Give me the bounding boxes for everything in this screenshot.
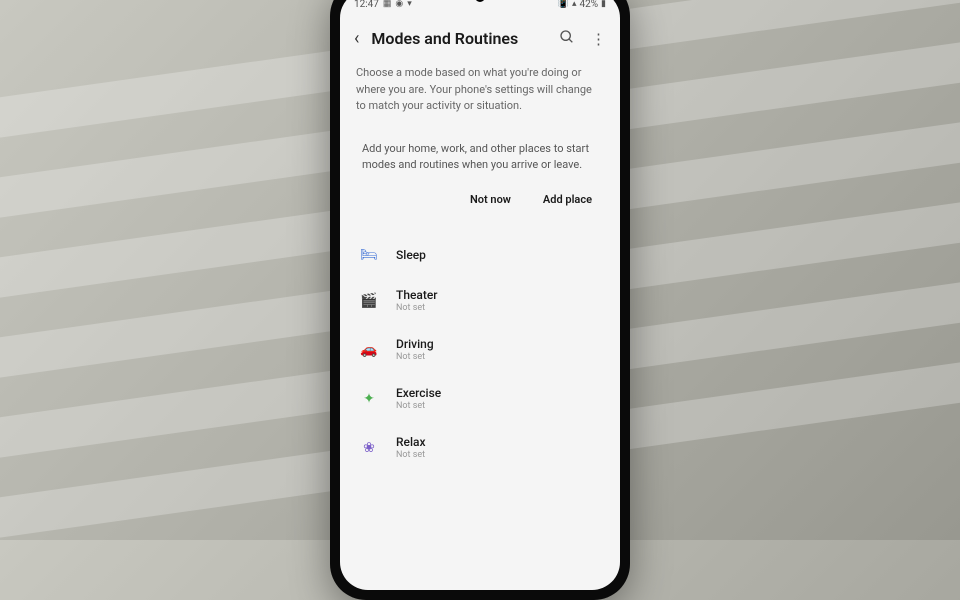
mode-subtitle: Not set bbox=[396, 450, 426, 460]
back-button[interactable]: ‹ bbox=[354, 28, 359, 49]
mode-label: Relax bbox=[396, 435, 426, 449]
page-description: Choose a mode based on what you're doing… bbox=[340, 59, 620, 129]
mode-label: Driving bbox=[396, 337, 434, 351]
mode-item-exercise[interactable]: ✦ Exercise Not set bbox=[346, 374, 614, 423]
notification-icon: ▾ bbox=[407, 0, 412, 9]
calendar-icon: ▦ bbox=[383, 0, 392, 9]
mode-label: Theater bbox=[396, 288, 438, 302]
signal-icon: ▴ bbox=[572, 0, 577, 9]
message-icon: ◉ bbox=[395, 0, 403, 9]
car-icon: 🚗 bbox=[360, 341, 378, 359]
add-place-button[interactable]: Add place bbox=[537, 188, 598, 213]
mode-subtitle: Not set bbox=[396, 352, 434, 362]
mode-item-relax[interactable]: ❀ Relax Not set bbox=[346, 423, 614, 472]
status-time: 12:47 bbox=[354, 0, 379, 10]
app-header: ‹ Modes and Routines ⋮ bbox=[340, 18, 620, 59]
mode-item-sleep[interactable]: 🛏 Sleep bbox=[346, 234, 614, 276]
mode-item-driving[interactable]: 🚗 Driving Not set bbox=[346, 325, 614, 374]
prompt-text: Add your home, work, and other places to… bbox=[362, 141, 598, 174]
mode-label: Sleep bbox=[396, 248, 426, 262]
search-icon[interactable] bbox=[559, 29, 575, 49]
bed-icon: 🛏 bbox=[360, 246, 378, 264]
modes-list: 🛏 Sleep 🎬 Theater Not set 🚗 Driving Not … bbox=[340, 234, 620, 472]
add-place-prompt: Add your home, work, and other places to… bbox=[350, 129, 610, 221]
exercise-icon: ✦ bbox=[360, 390, 378, 408]
battery-icon: ▮ bbox=[601, 0, 606, 9]
mode-subtitle: Not set bbox=[396, 303, 438, 313]
phone-screen: 12:47 ▦ ◉ ▾ 📳 ▴ 42% ▮ ‹ Modes and Routin… bbox=[340, 0, 620, 590]
leaf-icon: ❀ bbox=[360, 439, 378, 457]
page-title: Modes and Routines bbox=[371, 29, 547, 48]
phone-frame: 12:47 ▦ ◉ ▾ 📳 ▴ 42% ▮ ‹ Modes and Routin… bbox=[330, 0, 630, 600]
clapperboard-icon: 🎬 bbox=[360, 292, 378, 310]
mode-item-theater[interactable]: 🎬 Theater Not set bbox=[346, 276, 614, 325]
vibrate-icon: 📳 bbox=[558, 0, 569, 9]
more-icon[interactable]: ⋮ bbox=[591, 30, 606, 48]
mode-subtitle: Not set bbox=[396, 401, 441, 411]
mode-label: Exercise bbox=[396, 386, 441, 400]
status-bar: 12:47 ▦ ◉ ▾ 📳 ▴ 42% ▮ bbox=[340, 0, 620, 18]
status-battery: 42% bbox=[579, 0, 598, 10]
not-now-button[interactable]: Not now bbox=[464, 188, 517, 213]
